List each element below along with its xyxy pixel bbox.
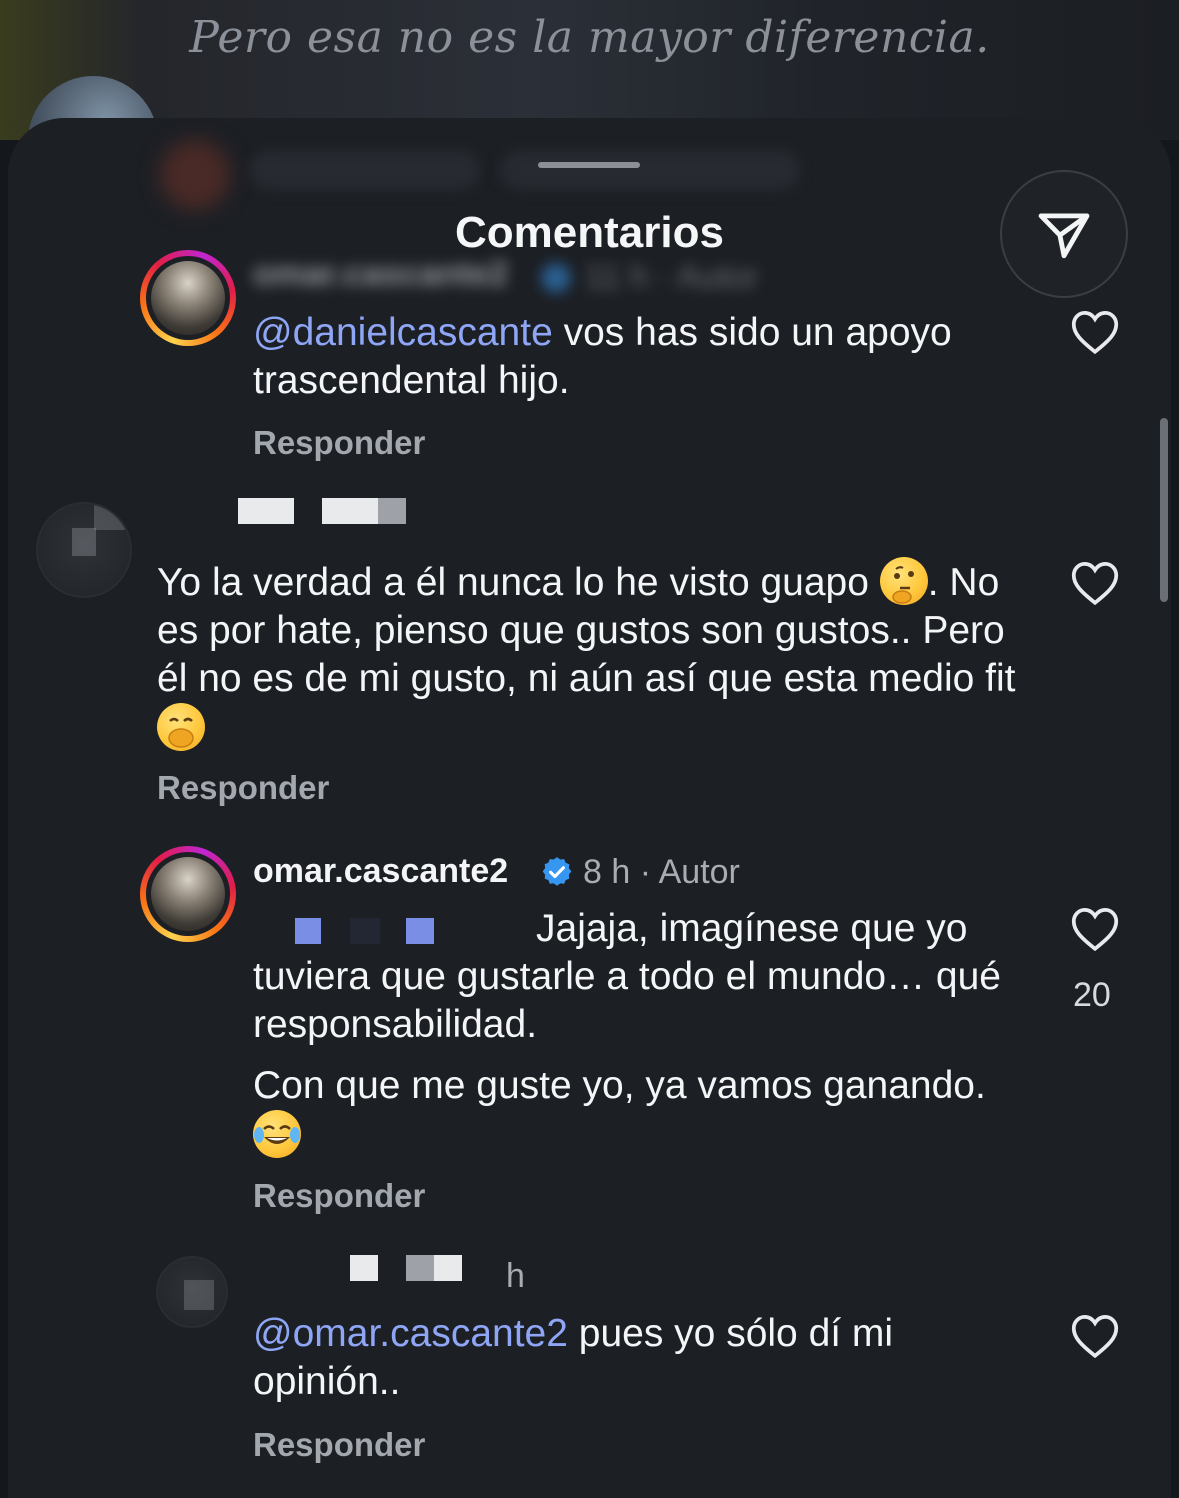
verified-badge-icon: [542, 857, 572, 886]
like-heart-icon[interactable]: [1070, 906, 1120, 952]
comment-text: Jajaja, imagínese que yo tuviera que gus…: [253, 907, 1001, 1046]
like-heart-icon[interactable]: [1070, 1313, 1120, 1359]
avatar[interactable]: [140, 250, 236, 346]
like-heart-icon[interactable]: [1070, 309, 1120, 355]
blurred-avatar: [160, 140, 230, 210]
like-heart-icon[interactable]: [1070, 560, 1120, 606]
reply-button[interactable]: Responder: [157, 769, 329, 807]
comment-username[interactable]: omar.cascante2: [253, 852, 508, 891]
reply-button[interactable]: Responder: [253, 1177, 425, 1215]
comment-time: h: [506, 1257, 525, 1295]
blurred-text: [250, 150, 480, 190]
reply-button[interactable]: Responder: [253, 424, 425, 462]
send-icon: [1038, 213, 1090, 259]
like-count: 20: [1073, 976, 1111, 1014]
blurred-text: [500, 150, 800, 190]
sheet-grabber[interactable]: [538, 162, 640, 168]
scrollbar[interactable]: [1160, 418, 1168, 602]
avatar[interactable]: [36, 502, 132, 598]
comment-time: 11 h · Autor: [585, 258, 759, 296]
avatar[interactable]: [140, 846, 236, 942]
avatar[interactable]: [156, 1256, 228, 1328]
comment-text: @danielcascante vos has sido un apoyo tr…: [253, 311, 952, 402]
video-caption: Pero esa no es la mayor diferencia.: [189, 12, 990, 63]
hand-over-mouth-emoji: [157, 703, 205, 751]
mention-link[interactable]: @danielcascante: [253, 311, 553, 354]
comment-time: 8 h · Autor: [583, 853, 740, 891]
mention-link[interactable]: @omar.cascante2: [253, 1312, 568, 1355]
comment-username[interactable]: omar.cascante2: [253, 255, 508, 294]
comment-text-paragraph: Con que me guste yo, ya vamos ganando.: [253, 1062, 1043, 1160]
comment-text: Yo la verdad a él nunca lo he visto guap…: [157, 557, 1027, 753]
reply-button[interactable]: Responder: [253, 1426, 425, 1464]
comment-text: @omar.cascante2 pues yo sólo dí mi opini…: [253, 1312, 894, 1403]
thinking-face-emoji: [879, 557, 928, 605]
tears-of-joy-emoji: [253, 1110, 301, 1158]
verified-badge-icon: [541, 263, 571, 293]
share-button[interactable]: [1000, 170, 1128, 298]
